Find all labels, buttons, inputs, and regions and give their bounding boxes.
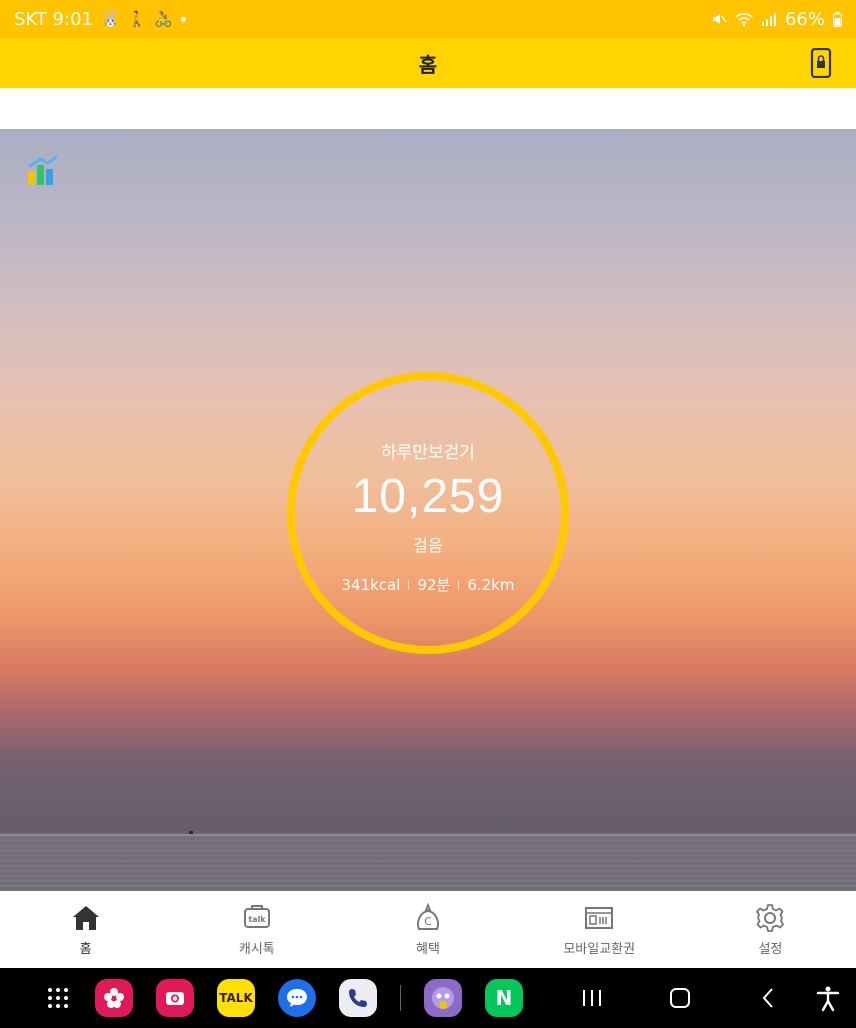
camera-app-icon[interactable] xyxy=(156,979,194,1017)
page-title: 홈 xyxy=(418,52,438,77)
back-button[interactable] xyxy=(724,968,812,1028)
nav-label-benefits: 혜택 xyxy=(416,942,440,957)
step-summary: 하루만보걷기 10,259 걸음 341kcal 92분 6.2km xyxy=(287,372,569,654)
naver-icon[interactable]: N xyxy=(485,979,523,1017)
nav-item-home[interactable]: 홈 xyxy=(0,891,171,968)
mute-icon xyxy=(712,14,727,24)
calories-value: 341kcal xyxy=(341,575,401,594)
metric-divider xyxy=(408,579,410,590)
system-navigation-bar: TALK N xyxy=(0,968,856,1028)
duration-value: 92분 xyxy=(417,576,451,594)
svg-text:C: C xyxy=(424,915,432,928)
sea-background xyxy=(0,836,856,891)
coin-icon: C xyxy=(417,902,439,930)
system-buttons xyxy=(548,968,812,1028)
battery-icon xyxy=(833,11,842,27)
nav-label-home: 홈 xyxy=(79,942,92,957)
activity-metrics: 341kcal 92분 6.2km xyxy=(342,574,515,595)
bottom-navigation: 홈 talk 캐시톡 C 혜택 모바일교환권 설정 xyxy=(0,891,856,968)
app-bar: 홈 xyxy=(0,38,856,88)
naver-label: N xyxy=(495,986,513,1010)
nav-label-mobile-voucher: 모바일교환권 xyxy=(563,942,636,957)
recent-apps-icon xyxy=(583,990,601,1006)
distance-value: 6.2km xyxy=(467,575,515,594)
accessibility-icon[interactable] xyxy=(814,984,842,1012)
lock-screen-toggle-icon[interactable] xyxy=(810,48,832,78)
status-bar: SKT 9:01 🐰 🚶 🚴 66% xyxy=(0,0,856,38)
dock-divider xyxy=(400,985,401,1011)
home-icon xyxy=(72,906,99,930)
wifi-icon xyxy=(735,13,753,27)
step-unit: 걸음 xyxy=(413,536,443,555)
blossom-app-icon[interactable] xyxy=(95,979,133,1017)
messages-icon[interactable] xyxy=(278,979,316,1017)
nav-item-cashtalk[interactable]: talk 캐시톡 xyxy=(171,891,342,968)
gear-icon xyxy=(756,904,785,932)
ticket-icon xyxy=(585,907,614,929)
walking-hero: 하루만보걷기 10,259 걸음 341kcal 92분 6.2km xyxy=(0,129,856,891)
kakaotalk-label: TALK xyxy=(219,991,253,1005)
walker-notification-icon: 🚶 xyxy=(127,9,147,28)
cyclist-notification-icon: 🚴 xyxy=(154,9,174,28)
distant-boat xyxy=(189,831,193,834)
back-chevron-icon xyxy=(762,988,773,1008)
step-count: 10,259 xyxy=(351,470,505,523)
rabbit-notification-icon: 🐰 xyxy=(100,9,120,28)
metric-divider xyxy=(458,579,460,590)
app-drawer-icon[interactable] xyxy=(44,984,72,1012)
phone-app-icon[interactable] xyxy=(339,979,377,1017)
signal-icon xyxy=(761,13,776,26)
kakaotalk-icon[interactable]: TALK xyxy=(217,979,255,1017)
game-character-icon[interactable] xyxy=(424,979,462,1017)
challenge-title: 하루만보걷기 xyxy=(381,443,475,463)
svg-text:talk: talk xyxy=(248,915,266,924)
nav-item-mobile-voucher[interactable]: 모바일교환권 xyxy=(514,891,685,968)
recent-apps-button[interactable] xyxy=(548,968,636,1028)
more-notifications-dot xyxy=(181,16,187,22)
app-dock: TALK N xyxy=(44,979,523,1017)
home-square-icon xyxy=(670,988,690,1008)
talk-bubble-icon: talk xyxy=(243,905,270,928)
nav-item-benefits[interactable]: C 혜택 xyxy=(342,891,513,968)
stats-chart-icon[interactable] xyxy=(26,153,60,187)
home-button[interactable] xyxy=(636,968,724,1028)
battery-percent: 66% xyxy=(784,8,825,30)
nav-label-cashtalk: 캐시톡 xyxy=(238,942,275,957)
nav-label-settings: 설정 xyxy=(758,942,783,957)
carrier-time: SKT 9:01 xyxy=(14,8,93,30)
nav-item-settings[interactable]: 설정 xyxy=(685,891,856,968)
banner-area xyxy=(0,88,856,129)
